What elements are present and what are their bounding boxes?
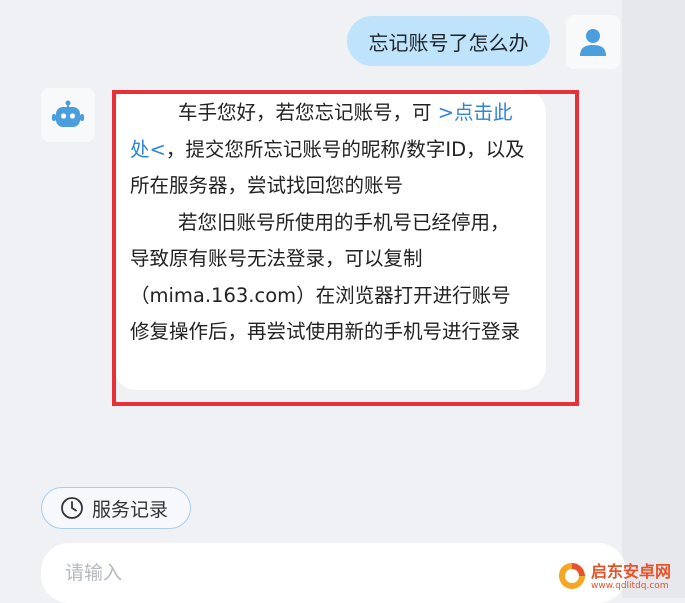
message-input-bar xyxy=(41,543,626,603)
clock-icon xyxy=(60,496,84,520)
user-avatar xyxy=(566,15,620,69)
watermark-url: www.qdlitdq.com xyxy=(591,580,669,591)
message-input[interactable] xyxy=(63,555,537,591)
bot-avatar xyxy=(41,88,95,142)
bot-paragraph-1: 车手您好，若您忘记账号，可 >点击此处<，提交您所忘记账号的昵称/数字ID，以及… xyxy=(130,101,525,197)
site-watermark: 启东安卓网 www.qdlitdq.com xyxy=(557,556,685,598)
user-message-text: 忘记账号了怎么办 xyxy=(368,30,529,55)
user-icon xyxy=(580,29,606,56)
watermark-title: 启东安卓网 xyxy=(591,561,672,581)
bot-message-text: 车手您好，若您忘记账号，可 >点击此处<，提交您所忘记账号的昵称/数字ID，以及… xyxy=(130,95,525,351)
bot-paragraph-2: 若您旧账号所使用的手机号已经停用，导致原有账号无法登录，可以复制（mima.16… xyxy=(130,210,521,344)
service-record-button[interactable]: 服务记录 xyxy=(41,487,191,529)
right-edge-panel xyxy=(622,0,685,598)
robot-icon xyxy=(52,100,84,127)
watermark-logo-icon xyxy=(559,563,585,589)
user-message-bubble: 忘记账号了怎么办 xyxy=(347,16,550,66)
service-record-label: 服务记录 xyxy=(92,498,169,521)
